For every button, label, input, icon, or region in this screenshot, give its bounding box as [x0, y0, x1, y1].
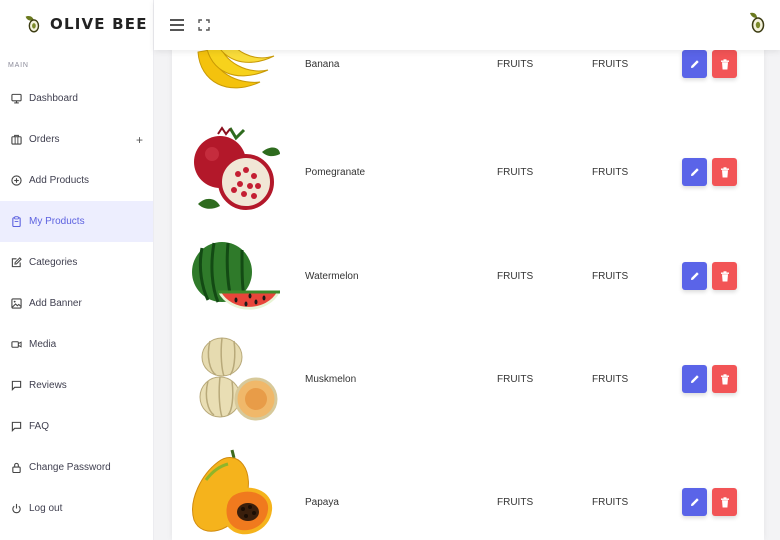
top-header — [154, 0, 780, 50]
monitor-icon — [10, 93, 22, 105]
table-row: Watermelon FRUITS FRUITS — [172, 242, 764, 310]
sidebar-item-reviews[interactable]: Reviews — [0, 365, 153, 406]
watermelon-image — [192, 242, 280, 310]
product-category: FRUITS — [497, 58, 534, 70]
trash-icon — [720, 166, 729, 177]
trash-icon — [720, 373, 729, 384]
papaya-image — [192, 449, 273, 535]
sidebar-item-label: My Products — [29, 216, 85, 227]
pencil-icon — [690, 498, 699, 506]
edit-icon — [10, 257, 22, 269]
sidebar: OLIVE BEE MAIN Dashboard Orders + Add Pr… — [0, 0, 154, 540]
video-icon — [10, 339, 22, 351]
sidebar-item-label: Reviews — [29, 380, 67, 391]
trash-icon — [720, 496, 729, 507]
sidebar-item-label: Add Products — [29, 175, 90, 186]
sidebar-item-label: Log out — [29, 503, 63, 514]
menu-toggle-icon[interactable] — [170, 19, 184, 31]
edit-button[interactable] — [682, 365, 707, 393]
product-category: FRUITS — [497, 166, 534, 178]
product-category: FRUITS — [497, 270, 534, 282]
delete-button[interactable] — [712, 50, 737, 78]
message-icon — [10, 421, 22, 433]
sidebar-item-label: Change Password — [29, 462, 111, 473]
sidebar-item-faq[interactable]: FAQ — [0, 406, 153, 447]
sidebar-item-log-out[interactable]: Log out — [0, 488, 153, 529]
delete-button[interactable] — [712, 158, 737, 186]
brand[interactable]: OLIVE BEE — [0, 0, 153, 48]
product-name: Watermelon — [305, 270, 359, 282]
delete-button[interactable] — [712, 365, 737, 393]
product-subcategory: FRUITS — [592, 496, 629, 508]
product-subcategory: FRUITS — [592, 373, 629, 385]
table-row: Muskmelon FRUITS FRUITS — [172, 337, 764, 421]
edit-button[interactable] — [682, 50, 707, 78]
fullscreen-icon[interactable] — [198, 19, 210, 31]
plus-circle-icon — [10, 175, 22, 187]
product-name: Banana — [305, 58, 340, 70]
products-list: Banana FRUITS FRUITS Pomegranate FRUITS — [172, 0, 764, 540]
avatar[interactable] — [744, 11, 768, 35]
delete-button[interactable] — [712, 488, 737, 516]
sidebar-item-add-banner[interactable]: Add Banner — [0, 283, 153, 324]
expand-plus-icon[interactable]: + — [136, 133, 143, 147]
edit-button[interactable] — [682, 488, 707, 516]
muskmelon-image — [199, 337, 278, 421]
clipboard-icon — [10, 216, 22, 228]
edit-button[interactable] — [682, 158, 707, 186]
pomegranate-image — [194, 126, 280, 210]
table-row: Papaya FRUITS FRUITS — [172, 449, 764, 535]
sidebar-item-label: Add Banner — [29, 298, 82, 309]
product-name: Papaya — [305, 496, 339, 508]
pencil-icon — [690, 272, 699, 280]
pencil-icon — [690, 375, 699, 383]
product-subcategory: FRUITS — [592, 166, 629, 178]
sidebar-item-media[interactable]: Media — [0, 324, 153, 365]
lock-icon — [10, 462, 22, 474]
product-category: FRUITS — [497, 496, 534, 508]
sidebar-item-label: Media — [29, 339, 57, 350]
message-icon — [10, 380, 22, 392]
product-subcategory: FRUITS — [592, 270, 629, 282]
trash-icon — [720, 270, 729, 281]
sidebar-section-label: MAIN — [8, 62, 29, 69]
sidebar-item-add-products[interactable]: Add Products — [0, 160, 153, 201]
sidebar-item-label: Categories — [29, 257, 78, 268]
product-subcategory: FRUITS — [592, 58, 629, 70]
sidebar-item-categories[interactable]: Categories — [0, 242, 153, 283]
sidebar-item-my-products[interactable]: My Products — [0, 201, 153, 242]
sidebar-item-label: FAQ — [29, 421, 50, 432]
pencil-icon — [690, 168, 699, 176]
product-name: Pomegranate — [305, 166, 366, 178]
sidebar-item-label: Orders — [29, 134, 60, 145]
trash-icon — [720, 58, 729, 69]
sidebar-item-dashboard[interactable]: Dashboard — [0, 78, 153, 119]
edit-button[interactable] — [682, 262, 707, 290]
product-name: Muskmelon — [305, 373, 357, 385]
briefcase-icon — [10, 134, 22, 146]
olive-logo-icon — [25, 15, 40, 33]
power-icon — [10, 503, 22, 515]
table-row: Pomegranate FRUITS FRUITS — [172, 126, 764, 210]
sidebar-item-orders[interactable]: Orders + — [0, 119, 153, 160]
sidebar-item-label: Dashboard — [29, 93, 78, 104]
product-category: FRUITS — [497, 373, 534, 385]
pencil-icon — [690, 60, 699, 68]
brand-name: OLIVE BEE — [50, 15, 148, 33]
sidebar-item-change-password[interactable]: Change Password — [0, 447, 153, 488]
delete-button[interactable] — [712, 262, 737, 290]
image-icon — [10, 298, 22, 310]
